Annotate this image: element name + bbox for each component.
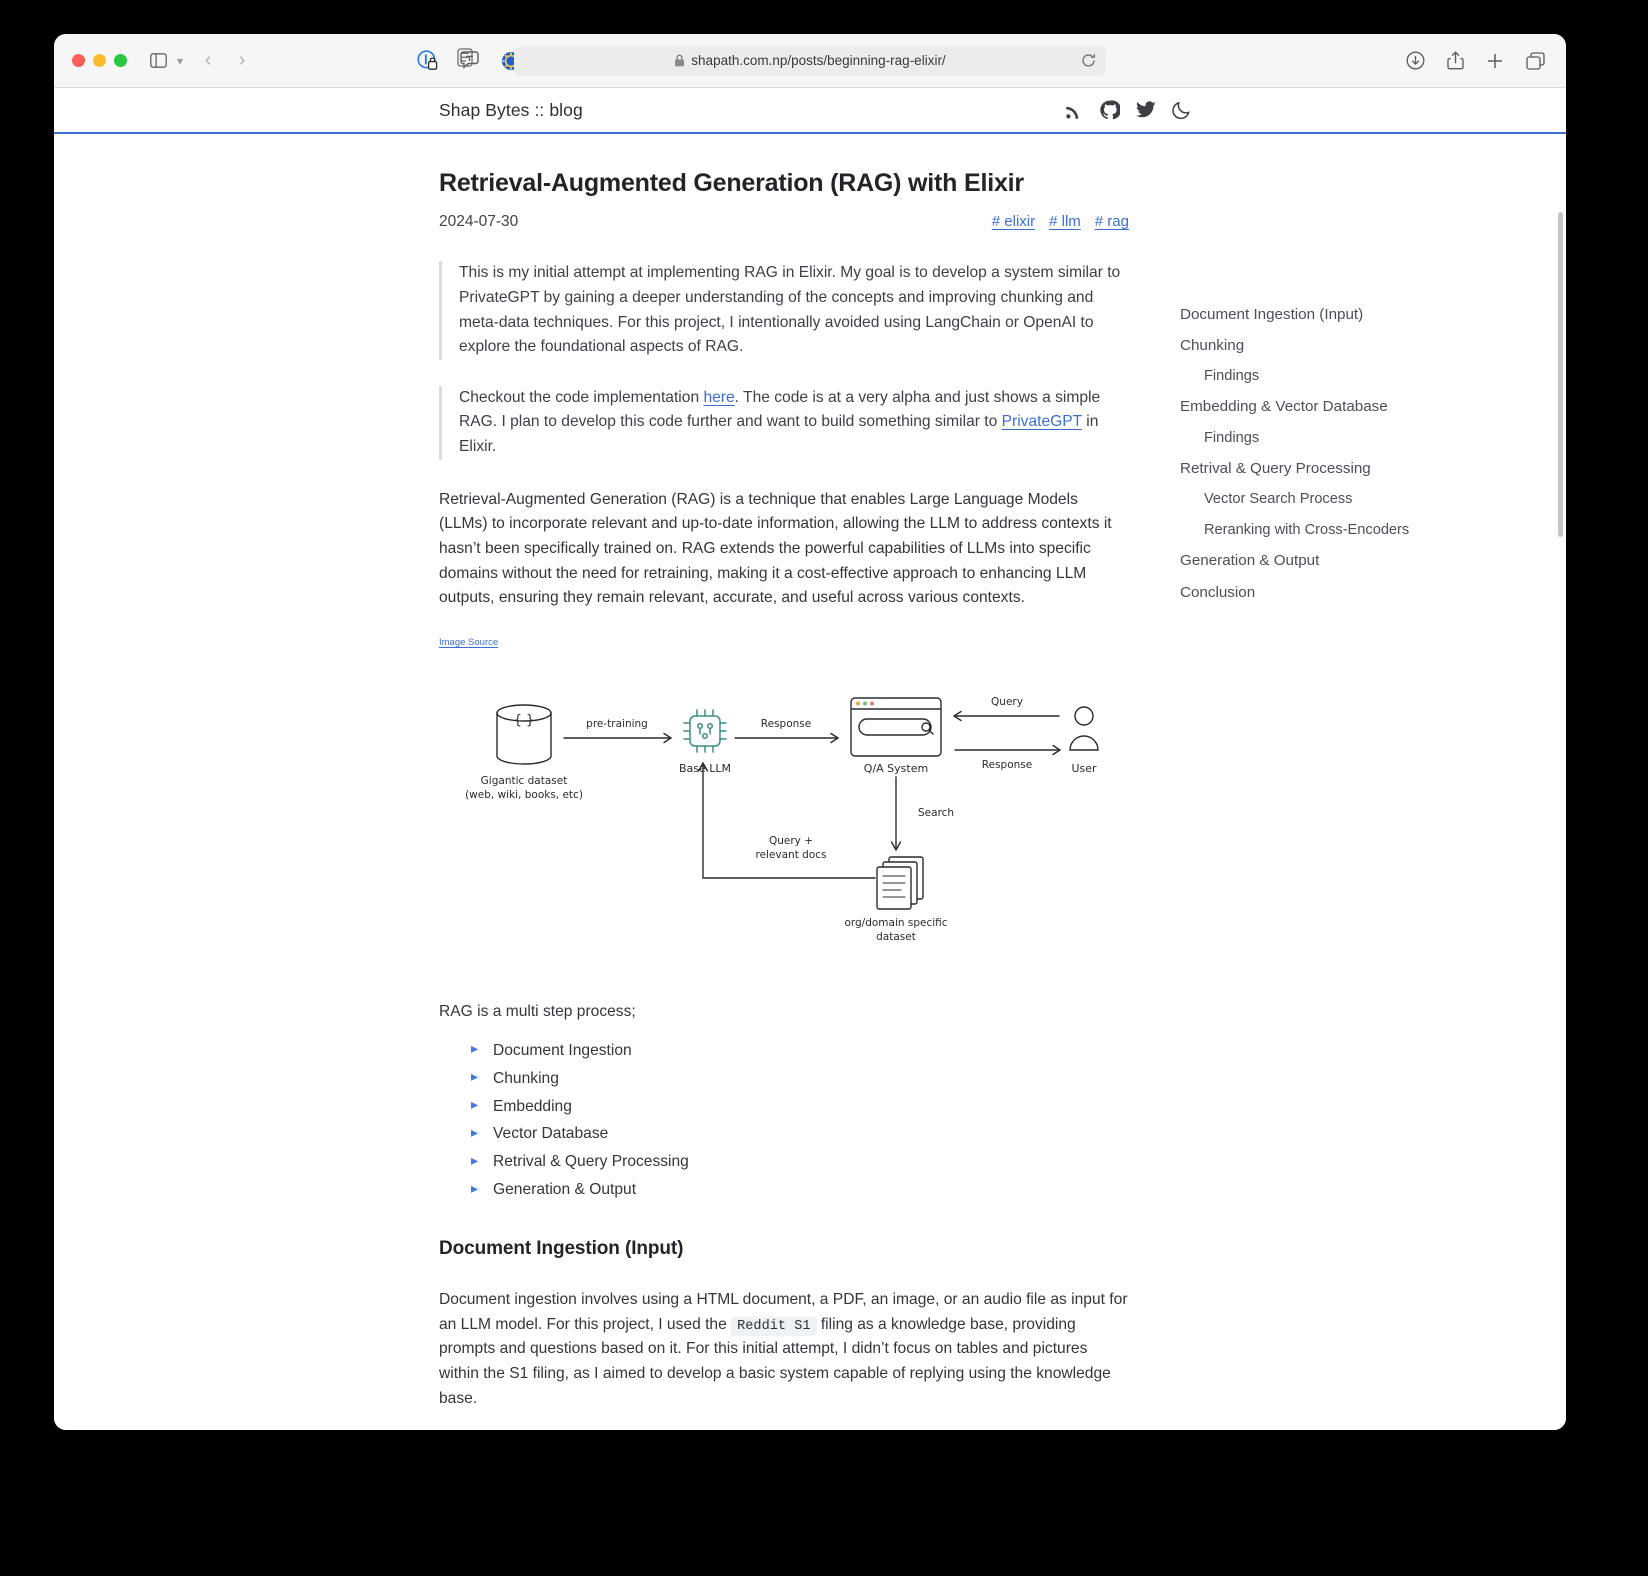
intro-blockquote-1-text: This is my initial attempt at implementi… [459, 264, 1120, 355]
toc-item-retrival-query-processing[interactable]: Retrival & Query Processing [1180, 454, 1470, 485]
maximize-window-button[interactable] [114, 54, 127, 67]
svg-text:relevant docs: relevant docs [755, 849, 826, 861]
svg-text:org/domain specific: org/domain specific [844, 917, 947, 929]
svg-text:User: User [1071, 762, 1097, 775]
tag-llm[interactable]: # llm [1049, 213, 1081, 230]
toc-item-reranking-cross-encoders[interactable]: Reranking with Cross-Encoders [1180, 515, 1470, 546]
intro-blockquote-1: This is my initial attempt at implementi… [439, 261, 1129, 360]
intro-blockquote-2: Checkout the code implementation here. T… [439, 386, 1129, 460]
here-link[interactable]: here [703, 389, 734, 406]
page-scroll-area[interactable]: Retrieval-Augmented Generation (RAG) wit… [54, 134, 1566, 1430]
table-of-contents: Document Ingestion (Input) Chunking Find… [1180, 299, 1470, 608]
svg-text:Query +: Query + [769, 835, 813, 847]
page-scrollbar-thumb[interactable] [1558, 212, 1563, 537]
list-item: Vector Database [471, 1120, 1129, 1148]
section-heading-document-ingestion: Document Ingestion (Input) [439, 1238, 1129, 1260]
toc-item-document-ingestion[interactable]: Document Ingestion (Input) [1180, 299, 1470, 330]
window-controls[interactable] [72, 54, 127, 67]
tag-rag[interactable]: # rag [1095, 213, 1129, 230]
document-ingestion-paragraph: Document ingestion involves using a HTML… [439, 1288, 1129, 1411]
image-source-link[interactable]: Image Source [439, 637, 498, 648]
toc-item-vector-search-process[interactable]: Vector Search Process [1180, 485, 1470, 516]
toc-item-findings-embedding[interactable]: Findings [1180, 423, 1470, 454]
forward-arrow-icon[interactable]: › [227, 49, 257, 72]
svg-text:Base LLM: Base LLM [679, 762, 731, 775]
multistep-paragraph: RAG is a multi step process; [439, 1000, 1129, 1025]
moon-icon[interactable] [1172, 101, 1191, 120]
svg-text:{ }: { } [514, 713, 535, 728]
address-bar[interactable]: shapath.com.np/posts/beginning-rag-elixi… [514, 46, 1106, 76]
article-content: Retrieval-Augmented Generation (RAG) wit… [439, 168, 1129, 1430]
list-item: Document Ingestion [471, 1036, 1129, 1064]
site-header: Shap Bytes :: blog [54, 88, 1566, 134]
rss-icon[interactable] [1065, 101, 1084, 120]
new-tab-icon[interactable] [1482, 48, 1508, 74]
toolbar-right-actions [1402, 48, 1548, 74]
svg-text:pre-training: pre-training [586, 718, 648, 730]
svg-text:Gigantic dataset: Gigantic dataset [481, 775, 568, 787]
post-date: 2024-07-30 [439, 213, 518, 231]
minimize-window-button[interactable] [93, 54, 106, 67]
back-arrow-icon[interactable]: ‹ [193, 49, 223, 72]
list-item: Retrival & Query Processing [471, 1148, 1129, 1176]
privacy-report-icon[interactable] [414, 48, 440, 74]
svg-text:(web, wiki, books, etc): (web, wiki, books, etc) [465, 789, 583, 801]
rag-diagram-figure: { } Gigantic dataset (web, wiki, books, … [439, 672, 1129, 972]
svg-text:Q/A System: Q/A System [864, 762, 928, 775]
reload-icon[interactable] [1081, 53, 1096, 68]
svg-text:Response: Response [761, 718, 811, 730]
url-text: shapath.com.np/posts/beginning-rag-elixi… [691, 53, 945, 68]
sidebar-chevron-down-icon[interactable]: ▾ [177, 54, 183, 68]
svg-text:Response: Response [982, 759, 1032, 771]
browser-toolbar: ▾ ‹ › [54, 34, 1566, 88]
social-links [1065, 100, 1191, 120]
list-item: Chunking [471, 1064, 1129, 1092]
download-icon[interactable] [1402, 48, 1428, 74]
rag-diagram-svg: { } Gigantic dataset (web, wiki, books, … [439, 672, 1129, 972]
github-icon[interactable] [1100, 100, 1120, 120]
site-title[interactable]: Shap Bytes :: blog [439, 100, 583, 121]
toc-item-chunking[interactable]: Chunking [1180, 330, 1470, 361]
svg-text:Query: Query [991, 696, 1023, 708]
sidebar-toggle-icon[interactable] [145, 48, 171, 74]
quote2-pre-text: Checkout the code implementation [459, 389, 703, 406]
tag-elixir[interactable]: # elixir [992, 213, 1035, 230]
toc-item-conclusion[interactable]: Conclusion [1180, 577, 1470, 608]
post-meta: 2024-07-30 # elixir # llm # rag [439, 213, 1129, 231]
tab-overview-icon[interactable] [1522, 48, 1548, 74]
tag-list: # elixir # llm # rag [992, 213, 1129, 230]
list-item: Generation & Output [471, 1176, 1129, 1204]
list-item: Embedding [471, 1092, 1129, 1120]
share-icon[interactable] [1442, 48, 1468, 74]
page-title: Retrieval-Augmented Generation (RAG) wit… [439, 168, 1129, 199]
reader-view-icon[interactable] [452, 45, 478, 71]
toc-item-findings-chunking[interactable]: Findings [1180, 361, 1470, 392]
browser-window: ▾ ‹ › [54, 34, 1566, 1430]
intro-paragraph: Retrieval-Augmented Generation (RAG) is … [439, 488, 1129, 611]
svg-text:dataset: dataset [876, 931, 916, 943]
lock-icon [674, 54, 685, 67]
privategpt-link[interactable]: PrivateGPT [1002, 413, 1082, 430]
toc-item-embedding-vector-database[interactable]: Embedding & Vector Database [1180, 392, 1470, 423]
close-window-button[interactable] [72, 54, 85, 67]
svg-text:Search: Search [918, 807, 954, 819]
toc-item-generation-output[interactable]: Generation & Output [1180, 546, 1470, 577]
twitter-icon[interactable] [1136, 101, 1156, 119]
rag-steps-list: Document Ingestion Chunking Embedding Ve… [439, 1036, 1129, 1204]
inline-code-reddit-s1: Reddit S1 [731, 1317, 816, 1336]
